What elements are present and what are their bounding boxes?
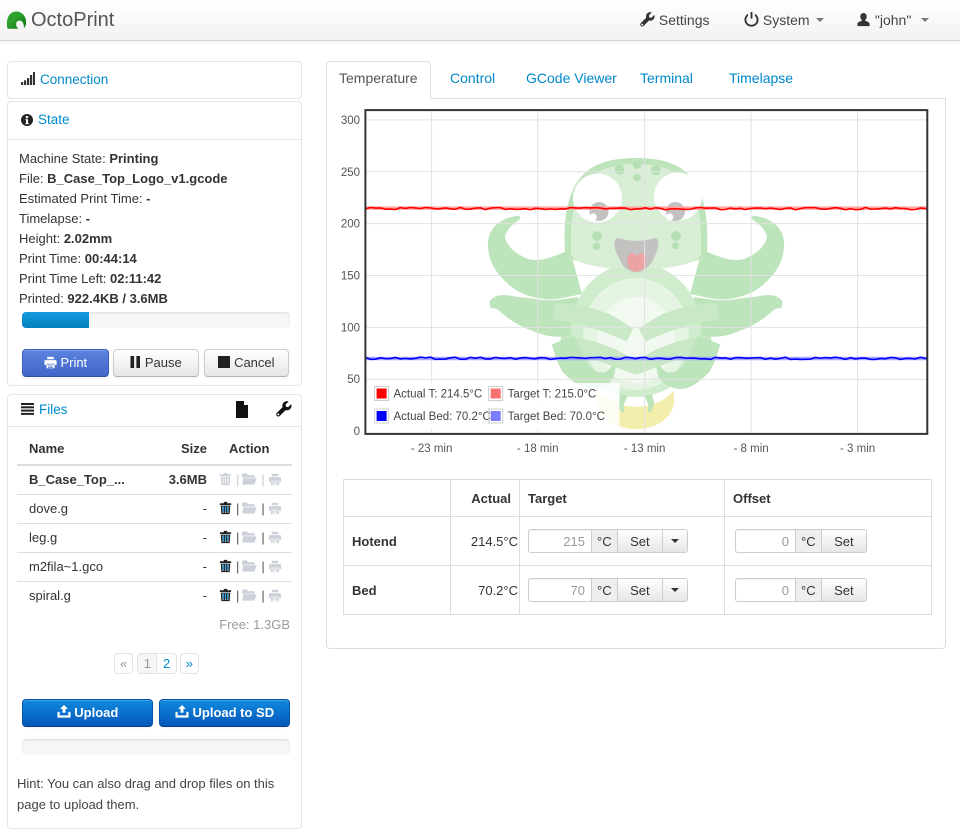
- svg-text:- 18 min: - 18 min: [517, 443, 559, 455]
- svg-text:50: 50: [347, 374, 360, 386]
- svg-text:150: 150: [341, 271, 360, 283]
- svg-text:200: 200: [341, 219, 360, 231]
- svg-text:Actual T: 214.5°C: Actual T: 214.5°C: [394, 389, 483, 401]
- svg-text:Actual Bed: 70.2°C: Actual Bed: 70.2°C: [394, 411, 491, 423]
- svg-text:Target Bed: 70.0°C: Target Bed: 70.0°C: [508, 411, 605, 423]
- svg-text:- 23 min: - 23 min: [411, 443, 453, 455]
- svg-text:Target T: 215.0°C: Target T: 215.0°C: [508, 389, 597, 401]
- svg-text:0: 0: [354, 426, 360, 438]
- svg-text:300: 300: [341, 115, 360, 127]
- svg-text:- 13 min: - 13 min: [624, 443, 666, 455]
- svg-text:100: 100: [341, 322, 360, 334]
- svg-text:- 3 min: - 3 min: [840, 443, 875, 455]
- svg-text:250: 250: [341, 167, 360, 179]
- svg-text:- 8 min: - 8 min: [734, 443, 769, 455]
